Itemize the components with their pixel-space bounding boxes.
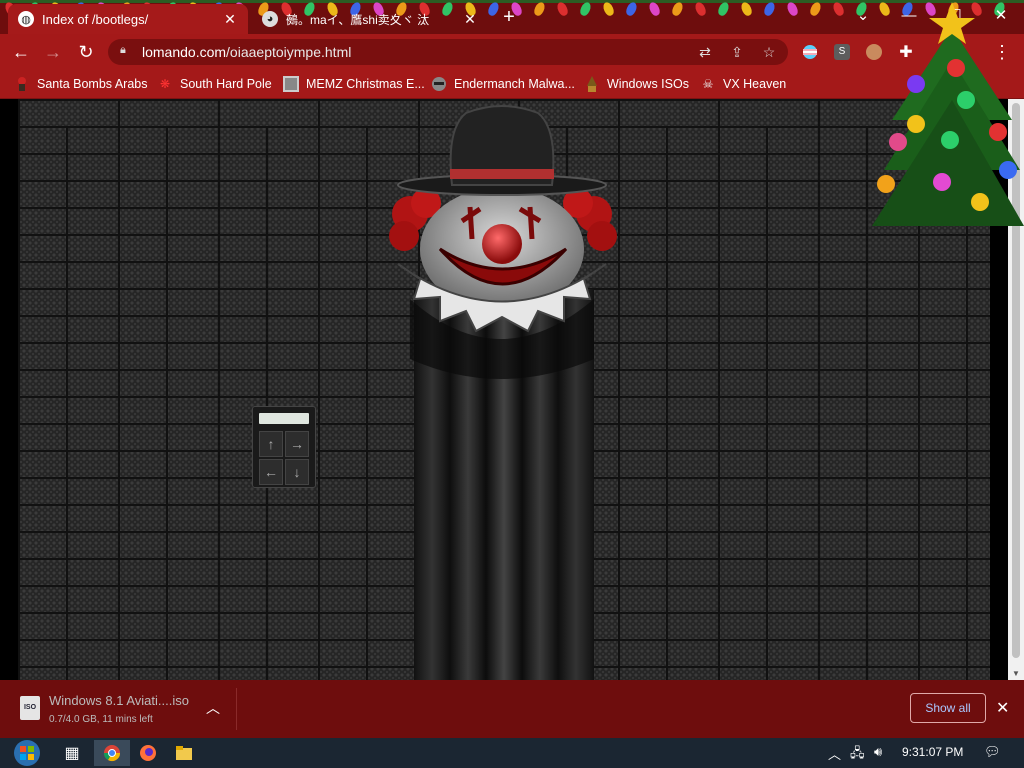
start-orb-icon[interactable] <box>8 740 46 766</box>
address-bar[interactable]: 🔒︎ lomando.com/oiaaeptoiympe.html ⇄ ⇪ ☆ <box>108 39 788 65</box>
tab-title: Index of /bootlegs/ <box>42 11 149 27</box>
memz-icon <box>283 76 299 92</box>
taskbar-clock[interactable]: 9:31:07 PM <box>902 745 963 759</box>
gnome-icon <box>584 76 600 92</box>
download-bar: ISO Windows 8.1 Aviati....iso 0.7/4.0 GB… <box>0 680 1024 738</box>
bookmark-label: Windows ISOs <box>607 77 689 91</box>
bookmark-label: Santa Bombs Arabs <box>37 77 148 91</box>
key-down[interactable]: ↓ <box>285 459 309 485</box>
christmas-tree-decoration <box>872 2 1024 226</box>
file-explorer-icon[interactable] <box>166 740 202 766</box>
close-tab-icon[interactable]: ✕ <box>222 11 238 27</box>
bookmark-label: Endermanch Malwa... <box>454 77 575 91</box>
bookmark-label: South Hard Pole <box>180 77 272 91</box>
christmas-light-bulb <box>670 0 685 18</box>
anime-avatar-icon: ◕ <box>262 11 278 27</box>
keypad-keys: ↑ → ← ↓ <box>259 431 309 485</box>
url-text[interactable]: lomando.com/oiaaeptoiympe.html <box>142 44 351 60</box>
tray-expand-icon[interactable]: ︿ <box>828 744 841 763</box>
christmas-light-bulb <box>601 0 616 18</box>
volume-icon[interactable]: 🔊︎ <box>874 744 882 760</box>
christmas-light-bulb <box>739 0 754 18</box>
bookmark-label: VX Heaven <box>723 77 787 91</box>
keypad-panel: ↑ → ← ↓ <box>252 406 316 488</box>
skull-icon: ☠ <box>702 77 714 91</box>
bookmark-label: MEMZ Christmas E... <box>306 77 425 91</box>
santa-icon <box>14 76 30 92</box>
bookmark-star-icon[interactable]: ☆ <box>760 43 778 61</box>
tab-index-of-bootlegs[interactable]: ◍ Index of /bootlegs/ ✕ <box>8 4 248 34</box>
forward-icon[interactable]: → <box>41 40 65 64</box>
reload-icon[interactable]: ↻ <box>74 40 98 64</box>
bookmark-memz-christmas[interactable]: MEMZ Christmas E... <box>283 74 425 94</box>
chrome-icon[interactable] <box>94 740 130 766</box>
key-up[interactable]: ↑ <box>259 431 283 457</box>
download-filename: Windows 8.1 Aviati....iso <box>49 693 189 708</box>
christmas-light-bulb <box>716 0 731 18</box>
christmas-light-bulb <box>647 0 662 18</box>
key-right[interactable]: → <box>285 431 309 457</box>
snowflake-icon: ❋ <box>159 77 171 91</box>
bookmark-south-hard-pole[interactable]: ❋ South Hard Pole <box>157 74 272 94</box>
download-item[interactable]: ISO Windows 8.1 Aviati....iso 0.7/4.0 GB… <box>14 688 237 730</box>
key-left[interactable]: ← <box>259 459 283 485</box>
back-icon[interactable]: ← <box>9 40 33 64</box>
share-icon[interactable]: ⇪ <box>728 43 746 61</box>
christmas-light-bulb <box>578 0 593 18</box>
tab-anime[interactable]: ◕ 鵺。maイ、鷹shi卖夊ヾ 汰 ✕ <box>252 4 488 34</box>
bookmark-windows-isos[interactable]: Windows ISOs <box>584 74 689 94</box>
christmas-light-bulb <box>555 0 570 18</box>
firefox-icon[interactable] <box>130 740 166 766</box>
christmas-light-bulb <box>624 0 639 18</box>
christmas-light-bulb <box>785 0 800 18</box>
christmas-light-bulb <box>808 0 823 18</box>
extension-s-icon[interactable]: S <box>830 40 854 64</box>
lock-icon[interactable]: 🔒︎ <box>120 44 130 58</box>
chevron-up-icon[interactable]: ︿ <box>206 698 220 718</box>
download-status: 0.7/4.0 GB, 11 mins left <box>49 714 153 725</box>
raccoon-icon <box>431 76 447 92</box>
web-page: ↑ → ← ↓ <box>0 99 1008 680</box>
christmas-light-bulb <box>532 0 547 18</box>
task-view-icon[interactable]: ▦ <box>54 740 90 766</box>
bookmark-santa-bombs-arabs[interactable]: Santa Bombs Arabs <box>14 74 147 94</box>
bookmark-vx-heaven[interactable]: ☠ VX Heaven <box>700 74 787 94</box>
notifications-icon[interactable]: 💬︎ <box>984 744 1001 760</box>
show-all-button[interactable]: Show all <box>910 693 986 723</box>
network-icon[interactable]: 🖧︎ <box>850 744 865 766</box>
url-host: lomando.com <box>142 44 227 60</box>
clown-nose <box>482 224 522 264</box>
scroll-down-icon[interactable]: ▼ <box>1012 669 1020 678</box>
url-path: /oiaaeptoiympe.html <box>226 44 352 60</box>
tab-title: 鵺。maイ、鷹shi卖夊ヾ 汰 <box>286 12 430 27</box>
new-tab-button[interactable]: + <box>498 7 520 29</box>
taskbar: ▦ ︿ 🖧︎ 🔊︎ 9:31:07 PM 💬︎ <box>0 738 1024 768</box>
iso-file-icon: ISO <box>20 696 40 720</box>
close-download-bar-icon[interactable]: ✕ <box>996 698 1009 718</box>
bookmark-endermanch-malware[interactable]: Endermanch Malwa... <box>431 74 575 94</box>
close-tab-icon[interactable]: ✕ <box>462 11 478 27</box>
keypad-display <box>259 413 309 424</box>
extension-flag-icon[interactable] <box>798 40 822 64</box>
clown-figure[interactable] <box>380 99 620 680</box>
translate-icon[interactable]: ⇄ <box>696 43 714 61</box>
christmas-light-bulb <box>693 0 708 18</box>
christmas-light-bulb <box>762 0 777 18</box>
globe-icon: ◍ <box>18 11 34 27</box>
